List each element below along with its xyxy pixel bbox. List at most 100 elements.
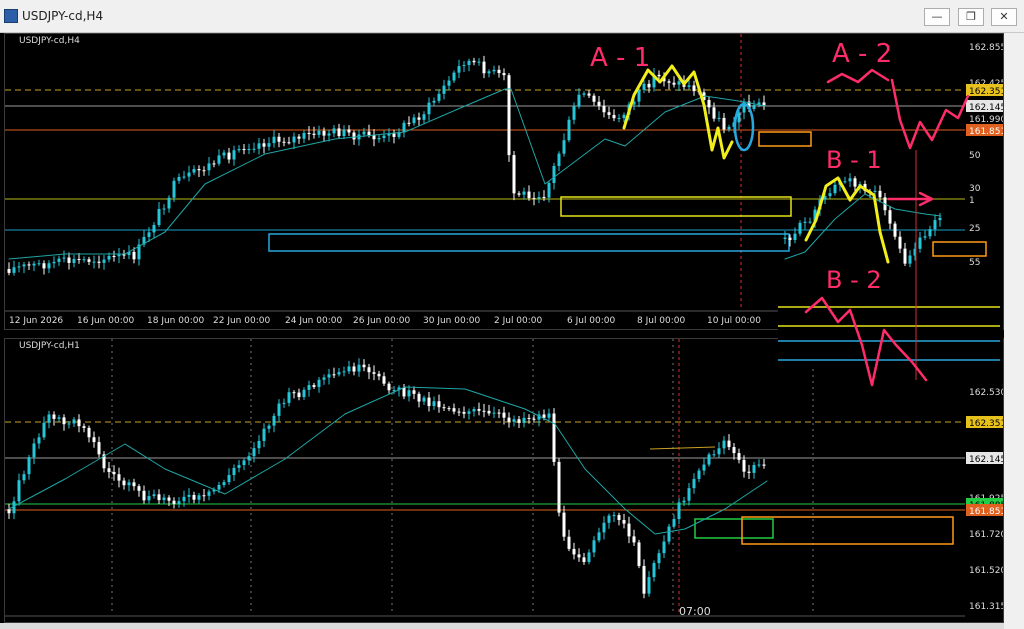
candle-body	[377, 138, 381, 140]
candle-body	[227, 475, 231, 483]
candle-body	[497, 412, 501, 414]
candle-body	[617, 515, 621, 521]
candle-body	[562, 140, 566, 154]
candle-body	[402, 122, 406, 133]
h1-chart-pane[interactable]: 35162.530162.351162.145161.925161.885161…	[4, 338, 1004, 623]
candle-body	[287, 392, 291, 403]
price-label: 25	[969, 224, 980, 234]
candle-body	[347, 366, 351, 372]
date-label: 12 Jun 2026	[9, 316, 63, 326]
candle-body	[117, 474, 121, 481]
candle-body	[307, 133, 311, 135]
date-label: 2 Jul 00:00	[494, 316, 543, 326]
h1-chart-canvas[interactable]: 35162.530162.351162.145161.925161.885161…	[5, 339, 1004, 623]
candle-body	[697, 470, 701, 479]
candle-body	[52, 261, 56, 264]
bottom-tab-bar[interactable]	[0, 623, 1004, 629]
candle-body	[142, 490, 146, 501]
candle-body	[422, 397, 426, 402]
candle-body	[612, 515, 616, 517]
candle-body	[47, 414, 51, 423]
candle-body	[452, 72, 456, 81]
h1-price-label: 161.720	[969, 530, 1004, 540]
candle-body	[572, 548, 576, 555]
candle-body	[587, 552, 591, 563]
candle-body	[592, 95, 596, 102]
candle-body	[252, 148, 256, 150]
candle-body	[622, 114, 626, 119]
candle-body	[682, 81, 686, 87]
candle-body	[487, 410, 491, 414]
candle-body	[637, 542, 641, 566]
candle-body	[717, 117, 721, 119]
candle-body	[532, 198, 536, 200]
candle-body	[502, 73, 506, 76]
candle-body	[77, 258, 81, 260]
candle-body	[97, 261, 101, 263]
candle-body	[933, 220, 937, 230]
candle-body	[187, 494, 191, 497]
candle-body	[522, 417, 526, 423]
candle-body	[172, 500, 176, 504]
candle-body	[167, 497, 171, 501]
price-label: 30	[969, 184, 981, 194]
candle-body	[152, 494, 156, 497]
candle-body	[542, 414, 546, 418]
candle-body	[727, 440, 731, 448]
candle-body	[202, 495, 206, 497]
candle-body	[742, 459, 746, 472]
candle-body	[652, 74, 656, 88]
candle-body	[457, 66, 461, 73]
candle-body	[452, 408, 456, 412]
candle-body	[582, 557, 586, 563]
candle-body	[798, 222, 802, 234]
candle-body	[172, 180, 176, 198]
candle-body	[547, 182, 551, 198]
candle-body	[447, 408, 451, 410]
price-label: 162.855	[969, 43, 1004, 53]
minimize-button[interactable]: —	[924, 8, 950, 26]
candle-body	[672, 519, 676, 527]
candle-body	[417, 393, 421, 402]
candle-body	[437, 401, 441, 408]
zone-orange-a	[758, 131, 812, 147]
close-button[interactable]: ✕	[991, 8, 1017, 26]
candle-body	[322, 130, 326, 136]
demand-zone-yellow	[560, 196, 792, 217]
restore-button[interactable]: ❐	[958, 8, 984, 26]
candle-body	[207, 491, 211, 496]
date-label: 18 Jun 00:00	[147, 316, 204, 326]
candle-body	[512, 419, 516, 422]
candle-body	[112, 472, 116, 475]
candle-body	[692, 478, 696, 489]
h1-short-level	[649, 446, 716, 450]
h4-chart-pane[interactable]: 162.855162.425162.351162.145161.990161.8…	[4, 33, 1004, 330]
candle-body	[647, 83, 651, 88]
candle-body	[222, 152, 226, 156]
candle-body	[627, 104, 631, 115]
candle-body	[372, 135, 376, 140]
candle-body	[843, 181, 847, 183]
h4-chart-canvas[interactable]: 162.855162.425162.351162.145161.990161.8…	[5, 34, 1004, 330]
candle-body	[848, 178, 852, 182]
candle-body	[722, 117, 726, 130]
candle-body	[552, 413, 556, 462]
candle-body	[167, 197, 171, 209]
candle-body	[222, 482, 226, 485]
candle-body	[337, 128, 341, 137]
date-label: 24 Jun 00:00	[285, 316, 342, 326]
candle-body	[482, 410, 486, 412]
candle-body	[472, 60, 476, 63]
candle-body	[632, 536, 636, 543]
candle-body	[42, 263, 46, 269]
h1-price-label: 161.520	[969, 566, 1004, 576]
candle-body	[552, 165, 556, 183]
candle-body	[352, 132, 356, 140]
candle-body	[898, 236, 902, 249]
date-label: 26 Jun 00:00	[353, 316, 410, 326]
candle-body	[117, 254, 121, 257]
candle-body	[667, 81, 671, 83]
right-scroll-area[interactable]	[1004, 33, 1024, 629]
candle-body	[62, 417, 66, 425]
candle-body	[332, 128, 336, 134]
